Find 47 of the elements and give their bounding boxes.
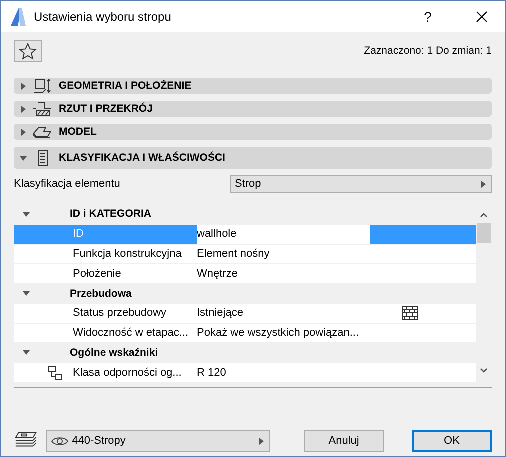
close-icon [476, 10, 488, 22]
expand-arrow-icon [20, 128, 27, 136]
collapse-arrow-icon[interactable] [23, 290, 30, 298]
window-title: Ustawienia wyboru stropu [34, 10, 172, 24]
ok-button[interactable]: OK [412, 430, 492, 452]
scroll-down-icon[interactable] [479, 367, 489, 375]
group-title: Przebudowa [70, 288, 132, 300]
property-value[interactable]: wallhole [197, 224, 370, 244]
collapse-arrow-icon[interactable] [23, 210, 30, 218]
collapse-arrow-icon [20, 154, 27, 162]
dropdown-arrow-icon [480, 180, 487, 188]
dropdown-arrow-icon [258, 438, 265, 444]
table-row[interactable]: Widoczność w etapac... Pokaż we wszystkich powiązan... [14, 324, 476, 344]
property-name: Widoczność w etapac... [72, 326, 190, 342]
brick-wall-icon [402, 306, 418, 320]
group-title: ID i KATEGORIA [70, 208, 152, 220]
classification-label: Klasyfikacja elementu [14, 178, 120, 190]
slab-dimension-icon [33, 79, 53, 93]
selection-count: Zaznaczono: 1 Do zmian: 1 [364, 45, 492, 57]
section-header[interactable]: KLASYFIKACJA I WŁAŚCIWOŚCI [14, 147, 492, 169]
plan-section-icon [33, 102, 53, 116]
eye-icon [51, 436, 70, 446]
table-row[interactable]: Klasa odporności og... R 120 [14, 363, 476, 384]
selected-row[interactable]: ID wallhole [14, 224, 476, 245]
section-header[interactable]: MODEL [14, 124, 492, 140]
property-name: Położenie [72, 266, 122, 282]
expand-arrow-icon [20, 82, 27, 90]
property-name: Klasa odporności og... [72, 366, 183, 381]
app-logo-icon [10, 8, 26, 26]
group-title: Ogólne wskaźniki [70, 346, 158, 359]
help-button[interactable]: ? [405, 1, 451, 32]
cancel-button[interactable]: Anuluj [304, 430, 384, 452]
table-row[interactable]: Status przebudowy Istniejące [14, 304, 476, 324]
property-name: Funkcja konstrukcyjna [72, 246, 183, 262]
classification-dropdown[interactable]: Strop [230, 175, 492, 193]
scroll-up-icon[interactable] [479, 211, 489, 219]
collapse-arrow-icon[interactable] [23, 349, 30, 356]
section-header[interactable]: GEOMETRIA I POŁOŻENIE [14, 78, 492, 94]
section-header[interactable]: RZUT I PRZEKRÓJ [14, 101, 492, 117]
slab-3d-icon [33, 125, 53, 139]
favorites-button[interactable] [14, 40, 42, 62]
expand-arrow-icon [20, 106, 27, 112]
scrollbar-thumb[interactable] [477, 223, 491, 243]
table-row[interactable]: Funkcja konstrukcyjna Element nośny [14, 244, 476, 264]
property-name: Status przebudowy [72, 306, 168, 322]
layer-dropdown[interactable]: 440-Stropy [46, 430, 270, 452]
linked-property-icon [48, 366, 62, 380]
